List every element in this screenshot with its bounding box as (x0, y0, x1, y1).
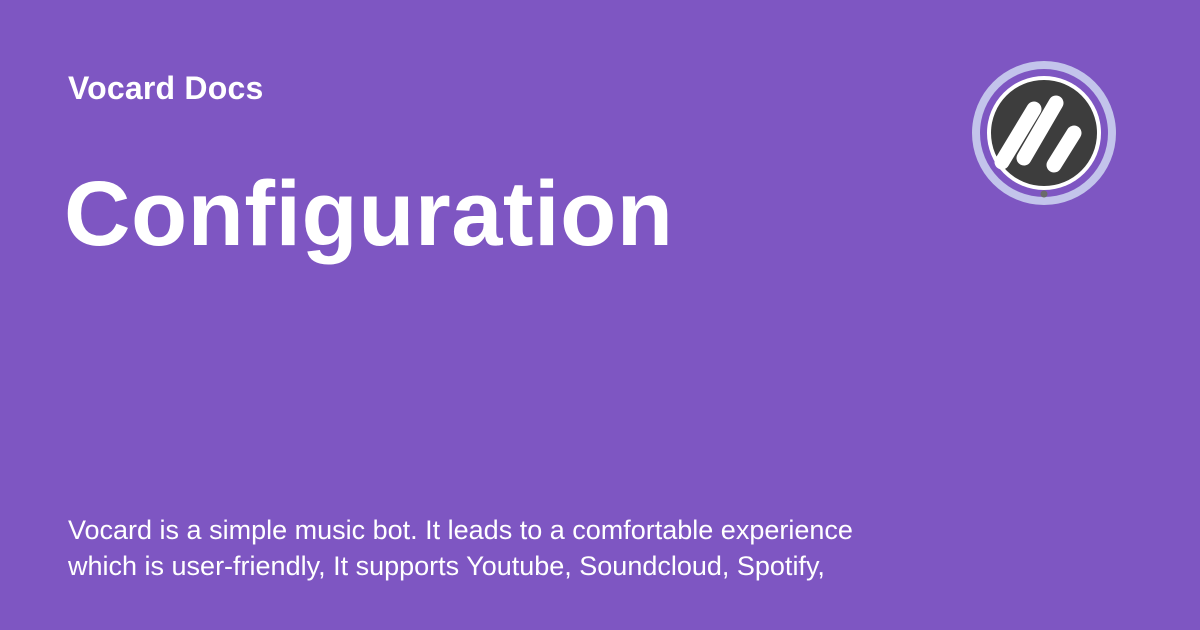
site-name: Vocard Docs (68, 70, 264, 106)
page-title: Configuration (64, 163, 674, 265)
description-line: which is user-friendly, It supports Yout… (68, 551, 825, 581)
description-line: Vocard is a simple music bot. It leads t… (68, 515, 853, 545)
page-description: Vocard is a simple music bot. It leads t… (68, 512, 968, 584)
vocard-logo-icon (970, 59, 1118, 207)
